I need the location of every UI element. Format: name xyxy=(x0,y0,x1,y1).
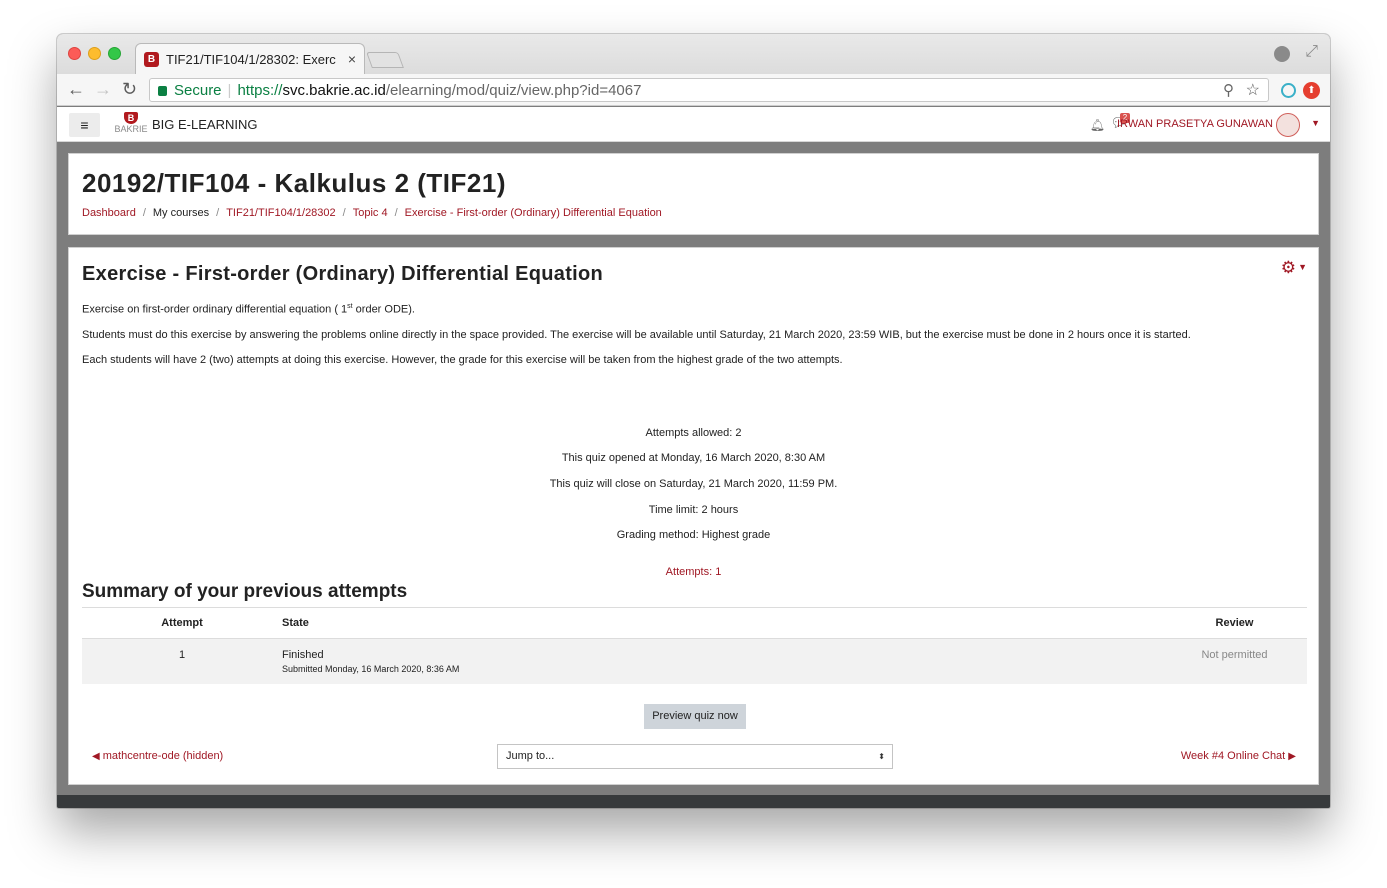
table-row: 1 Finished Submitted Monday, 16 March 20… xyxy=(82,638,1307,684)
url-host: svc.bakrie.ac.id xyxy=(282,81,386,99)
tab-close-icon[interactable]: × xyxy=(348,51,356,67)
column-header-attempt: Attempt xyxy=(82,607,282,639)
attempts-link-row: Attempts: 1 xyxy=(69,566,1318,578)
fullscreen-icon[interactable]: ⤢ xyxy=(1305,43,1318,61)
page-footer xyxy=(57,795,1330,808)
breadcrumb-dashboard[interactable]: Dashboard xyxy=(82,207,136,219)
previous-activity-label: mathcentre-ode (hidden) xyxy=(102,750,224,762)
browser-tab[interactable]: B TIF21/TIF104/1/28302: Exerc × xyxy=(135,43,365,74)
breadcrumb-my-courses: My courses xyxy=(152,207,210,219)
address-bar[interactable]: Secure | https:// svc.bakrie.ac.id /elea… xyxy=(149,78,1269,102)
breadcrumb-topic[interactable]: Topic 4 xyxy=(353,207,388,219)
grading-method: Grading method: Highest grade xyxy=(616,529,771,541)
title-bar: B TIF21/TIF104/1/28302: Exerc × ⤢ xyxy=(57,34,1330,74)
zoom-icon[interactable]: ⚲ xyxy=(1223,81,1234,99)
activity-title: Exercise - First-order (Ordinary) Differ… xyxy=(82,263,604,285)
attempt-state: Finished Submitted Monday, 16 March 2020… xyxy=(282,638,1162,684)
reload-icon[interactable]: ↻ xyxy=(122,79,137,100)
attempt-number: 1 xyxy=(82,638,282,684)
submitted-date: Submitted Monday, 16 March 2020, 8:36 AM xyxy=(282,664,460,674)
triangle-right-icon: ▶ xyxy=(1288,751,1296,762)
intro-paragraph: Exercise on first-order ordinary differe… xyxy=(82,303,415,316)
previous-activity-link[interactable]: ◀ mathcentre-ode (hidden) xyxy=(92,750,223,762)
menu-toggle-button[interactable]: ≡ xyxy=(69,113,100,137)
extension-icon[interactable] xyxy=(1281,83,1296,98)
breadcrumb-exercise[interactable]: Exercise - First-order (Ordinary) Differ… xyxy=(405,207,662,219)
table-header-row: Attempt State Review xyxy=(82,607,1307,639)
preview-quiz-button[interactable]: Preview quiz now xyxy=(644,704,746,729)
next-activity-label: Week #4 Online Chat xyxy=(1180,750,1286,762)
logo-shield-icon: B xyxy=(124,112,138,124)
attempts-table: Attempt State Review 1 Finished Submitte… xyxy=(82,607,1307,684)
site-name[interactable]: BIG E-LEARNING xyxy=(152,117,257,132)
logo-text: BAKRIE xyxy=(114,124,148,134)
attempts-link[interactable]: Attempts: 1 xyxy=(666,566,722,578)
quiz-main-region: Exercise - First-order (Ordinary) Differ… xyxy=(68,247,1319,785)
jump-to-value: Jump to... xyxy=(506,750,555,762)
breadcrumb-separator: / xyxy=(216,207,220,219)
secure-label: Secure xyxy=(174,81,222,99)
page-title: 20192/TIF104 - Kalkulus 2 (TIF21) xyxy=(82,168,506,198)
gear-icon[interactable]: ⚙ xyxy=(1281,258,1296,278)
attempts-allowed: Attempts allowed: 2 xyxy=(645,427,742,439)
intro-text: Exercise on first-order ordinary differe… xyxy=(82,303,348,316)
breadcrumb-separator: / xyxy=(394,207,398,219)
profile-icon[interactable] xyxy=(1274,46,1290,62)
maximize-window-button[interactable] xyxy=(108,47,121,60)
browser-window: B TIF21/TIF104/1/28302: Exerc × ⤢ ← → ↻ … xyxy=(57,34,1330,808)
jump-to-select[interactable]: Jump to... ⬍ xyxy=(497,744,893,769)
extension-upload-icon[interactable]: ⬆ xyxy=(1303,82,1320,99)
user-menu-caret-icon[interactable]: ▼ xyxy=(1311,118,1320,128)
column-header-review: Review xyxy=(1162,607,1307,639)
new-tab-button[interactable] xyxy=(366,52,404,68)
quiz-open-date: This quiz opened at Monday, 16 March 202… xyxy=(561,452,826,464)
minimize-window-button[interactable] xyxy=(88,47,101,60)
summary-title: Summary of your previous attempts xyxy=(82,581,408,602)
breadcrumb: Dashboard / My courses / TIF21/TIF104/1/… xyxy=(82,207,662,219)
triangle-left-icon: ◀ xyxy=(92,751,100,762)
address-separator: | xyxy=(227,81,232,99)
forward-icon[interactable]: → xyxy=(94,79,112,100)
review-status: Not permitted xyxy=(1162,638,1307,684)
page-content: ≡ B BAKRIE BIG E-LEARNING 🔔︎ 💬︎ 2 IRWAN … xyxy=(57,107,1330,808)
user-menu-name[interactable]: IRWAN PRASETYA GUNAWAN xyxy=(1117,118,1273,130)
breadcrumb-course[interactable]: TIF21/TIF104/1/28302 xyxy=(226,207,335,219)
intro-text: order ODE). xyxy=(352,303,415,316)
tab-title: TIF21/TIF104/1/28302: Exerc xyxy=(166,51,336,67)
browser-toolbar: ← → ↻ Secure | https:// svc.bakrie.ac.id… xyxy=(57,74,1330,106)
column-header-state: State xyxy=(282,607,1162,639)
star-icon[interactable]: ☆ xyxy=(1246,80,1260,100)
quiz-close-date: This quiz will close on Saturday, 21 Mar… xyxy=(549,478,838,490)
lock-icon xyxy=(158,86,167,96)
avatar[interactable] xyxy=(1276,113,1300,137)
breadcrumb-separator: / xyxy=(342,207,346,219)
close-window-button[interactable] xyxy=(68,47,81,60)
select-arrows-icon: ⬍ xyxy=(878,752,885,761)
intro-paragraph: Students must do this exercise by answer… xyxy=(82,329,1191,341)
intro-paragraph: Each students will have 2 (two) attempts… xyxy=(82,354,843,366)
gear-caret-icon[interactable]: ▼ xyxy=(1298,262,1307,272)
favicon-icon: B xyxy=(144,51,159,67)
next-activity-link[interactable]: Week #4 Online Chat ▶ xyxy=(1181,750,1296,762)
notification-bell-icon[interactable]: 🔔︎ xyxy=(1090,118,1105,132)
url-path: /elearning/mod/quiz/view.php?id=4067 xyxy=(385,81,642,99)
page-header: 20192/TIF104 - Kalkulus 2 (TIF21) Dashbo… xyxy=(68,153,1319,235)
breadcrumb-separator: / xyxy=(142,207,146,219)
time-limit: Time limit: 2 hours xyxy=(648,504,739,516)
url-protocol: https:// xyxy=(237,81,283,99)
state-text: Finished xyxy=(282,649,324,661)
back-icon[interactable]: ← xyxy=(67,79,85,100)
site-logo[interactable]: B BAKRIE xyxy=(113,112,149,136)
site-navbar: ≡ B BAKRIE BIG E-LEARNING 🔔︎ 💬︎ 2 IRWAN … xyxy=(57,107,1330,142)
